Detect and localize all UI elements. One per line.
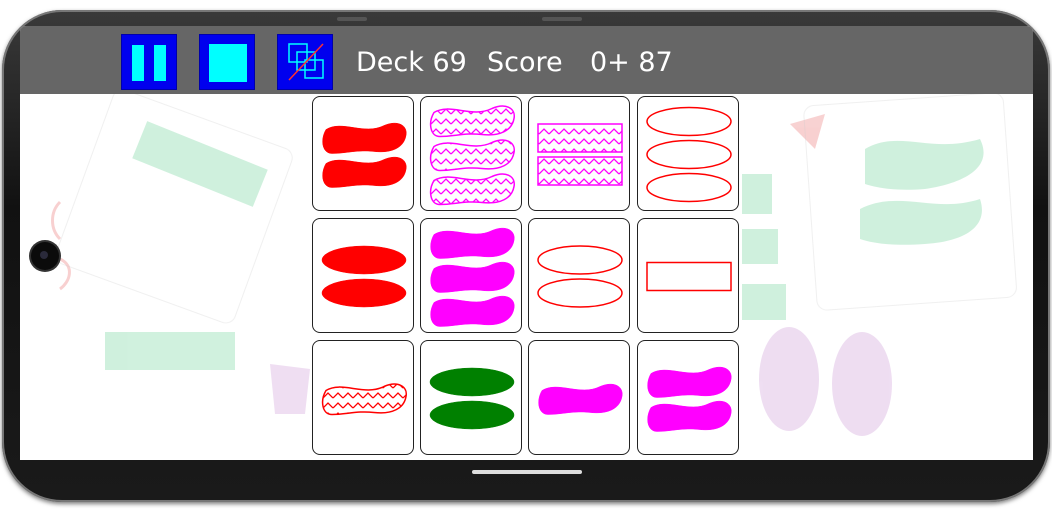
set-card[interactable] bbox=[420, 218, 522, 333]
set-card[interactable] bbox=[420, 96, 522, 211]
set-card[interactable] bbox=[528, 340, 630, 455]
set-card[interactable] bbox=[637, 340, 739, 455]
card-symbol-squiggle bbox=[429, 139, 515, 172]
card-symbol-oval bbox=[321, 245, 407, 275]
card-symbol-squiggle bbox=[430, 261, 515, 293]
card-symbol-rectangle bbox=[646, 261, 732, 292]
stop-icon bbox=[209, 44, 247, 82]
home-indicator[interactable] bbox=[472, 470, 582, 474]
card-symbol-squiggle bbox=[322, 156, 407, 188]
front-camera bbox=[31, 242, 59, 270]
card-symbol-squiggle bbox=[647, 366, 732, 398]
volume-button bbox=[337, 17, 367, 21]
background-decoration bbox=[51, 94, 1017, 436]
score-label: Score bbox=[487, 47, 563, 78]
set-card[interactable] bbox=[312, 218, 414, 333]
card-symbol-oval bbox=[537, 245, 623, 275]
card-symbol-squiggle bbox=[321, 383, 407, 416]
score-value: 0+ 87 bbox=[590, 47, 673, 78]
card-symbol-oval bbox=[646, 106, 732, 137]
card-symbol-squiggle bbox=[647, 400, 732, 432]
overlapping-squares-icon bbox=[288, 43, 324, 81]
stop-button[interactable] bbox=[199, 34, 255, 90]
card-symbol-oval bbox=[321, 278, 407, 308]
card-symbol-rectangle bbox=[537, 123, 623, 153]
pause-button[interactable] bbox=[121, 34, 177, 90]
card-symbol-oval bbox=[537, 278, 623, 308]
card-symbol-oval bbox=[646, 172, 732, 203]
set-card[interactable] bbox=[420, 340, 522, 455]
top-bar: Deck 69 Score 0+ 87 bbox=[20, 26, 1033, 94]
card-symbol-squiggle bbox=[429, 105, 515, 138]
set-card[interactable] bbox=[528, 96, 630, 211]
hint-button[interactable] bbox=[277, 34, 333, 90]
set-card[interactable] bbox=[528, 218, 630, 333]
card-symbol-oval bbox=[429, 400, 515, 430]
card-symbol-squiggle bbox=[429, 173, 515, 206]
card-symbol-squiggle bbox=[322, 122, 407, 154]
game-screen: Deck 69 Score 0+ 87 bbox=[20, 26, 1033, 460]
deck-count: Deck 69 bbox=[356, 47, 467, 78]
set-card[interactable] bbox=[312, 340, 414, 455]
power-button bbox=[542, 17, 582, 21]
card-symbol-rectangle bbox=[537, 156, 623, 186]
set-card[interactable] bbox=[637, 218, 739, 333]
set-card[interactable] bbox=[312, 96, 414, 211]
card-symbol-squiggle bbox=[538, 383, 623, 415]
card-symbol-squiggle bbox=[430, 295, 515, 327]
card-symbol-oval bbox=[429, 367, 515, 397]
card-symbol-squiggle bbox=[430, 227, 515, 259]
set-card[interactable] bbox=[637, 96, 739, 211]
card-symbol-oval bbox=[646, 139, 732, 170]
